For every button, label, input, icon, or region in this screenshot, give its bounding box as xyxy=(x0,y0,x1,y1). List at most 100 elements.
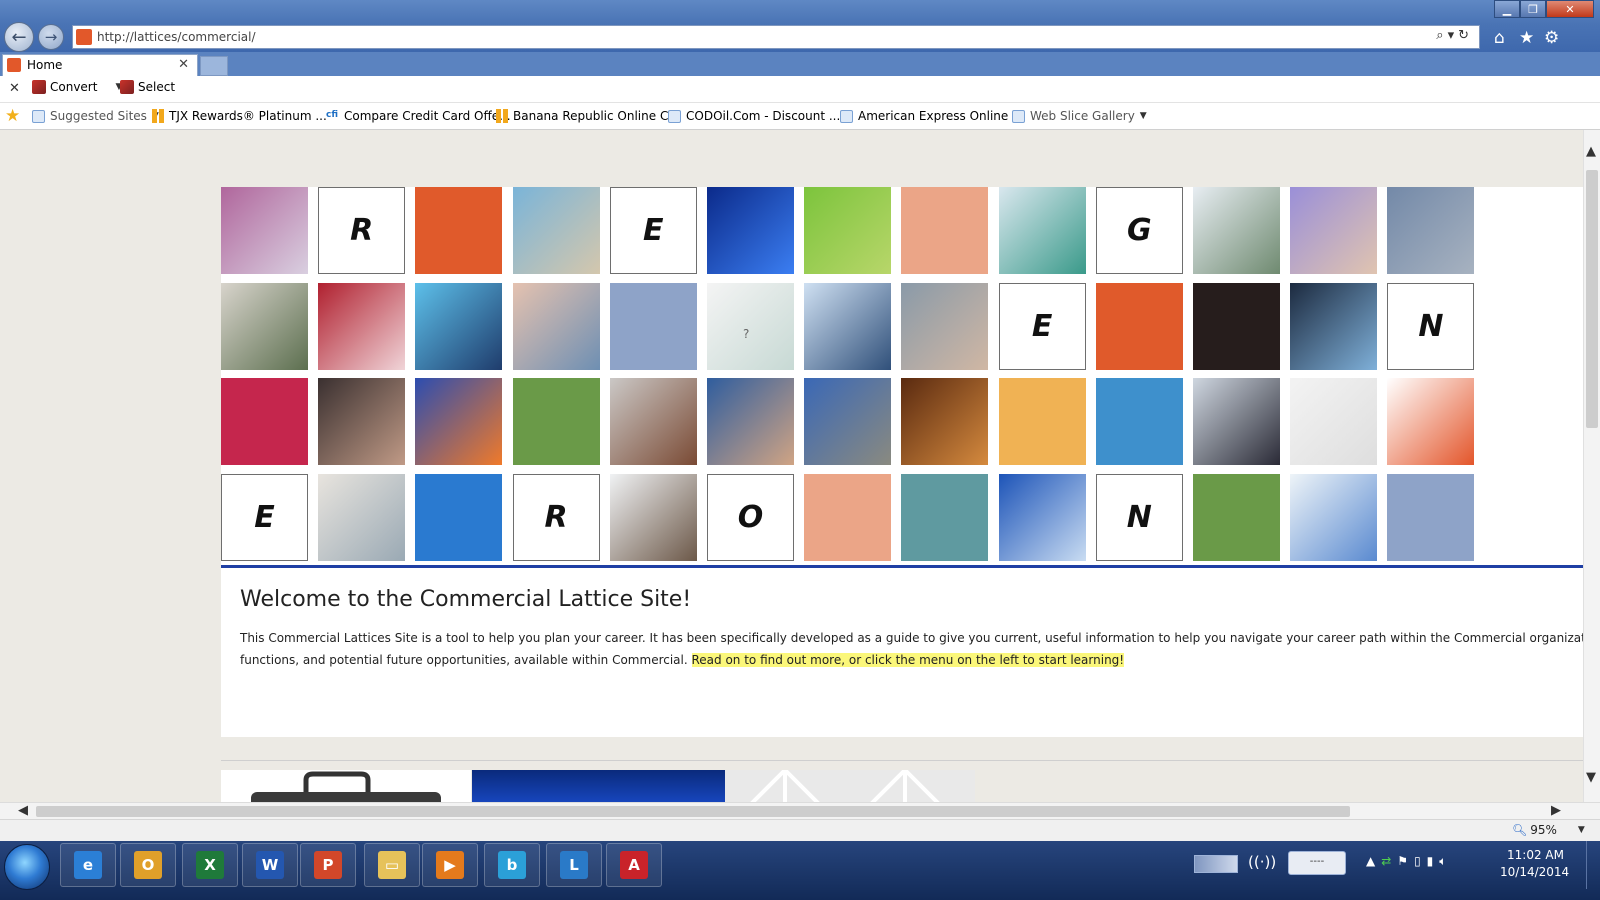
mosaic-color-tile[interactable] xyxy=(609,282,697,370)
taskbar-acrobat-button[interactable]: A xyxy=(606,843,662,887)
mosaic-photo-tile-office-presentation[interactable] xyxy=(1193,187,1280,274)
scroll-right-icon[interactable]: ▶ xyxy=(1551,803,1561,818)
mosaic-color-tile[interactable] xyxy=(415,473,503,561)
scroll-up-icon[interactable]: ▲ xyxy=(1586,144,1596,159)
flag-icon[interactable]: ⚑ xyxy=(1397,854,1414,868)
refresh-icon[interactable]: ↻ xyxy=(1458,28,1473,43)
close-toolbar-icon[interactable]: ✕ xyxy=(9,81,20,96)
mosaic-color-tile[interactable] xyxy=(415,187,503,274)
close-tab-icon[interactable]: ✕ xyxy=(178,57,189,72)
favorite-link[interactable]: cfi Compare Credit Card Offe... xyxy=(326,109,511,123)
mosaic-letter-tile[interactable]: E xyxy=(221,473,308,561)
favorites-star-icon[interactable]: ★ xyxy=(5,106,20,126)
mosaic-photo-tile-man-portrait[interactable] xyxy=(901,282,989,370)
mosaic-color-tile[interactable] xyxy=(1387,473,1475,561)
mosaic-color-tile[interactable] xyxy=(1193,282,1280,370)
address-tools[interactable]: ⌕▾↻ xyxy=(1436,28,1473,43)
taskbar-file-explorer-button[interactable]: ▭ xyxy=(364,843,420,887)
mosaic-photo-tile-white-geometric[interactable] xyxy=(1290,378,1378,465)
scroll-down-icon[interactable]: ▼ xyxy=(1586,770,1596,785)
favorite-link[interactable]: American Express Online ... xyxy=(840,109,1024,123)
mosaic-photo-tile-purple-tissue[interactable] xyxy=(221,187,308,274)
new-tab-button[interactable] xyxy=(200,56,228,76)
mosaic-photo-tile-green-antibody[interactable] xyxy=(804,187,892,274)
mosaic-photo-tile-team-blue[interactable] xyxy=(415,378,503,465)
chevron-down-icon[interactable]: ▾ xyxy=(1448,28,1459,43)
mosaic-photo-tile-retina[interactable] xyxy=(901,378,989,465)
favorite-link[interactable]: Banana Republic Online C... xyxy=(496,109,680,123)
mosaic-color-tile[interactable] xyxy=(221,378,308,465)
show-desktop-button[interactable] xyxy=(1586,841,1600,889)
mosaic-letter-tile[interactable]: N xyxy=(1387,282,1475,370)
mosaic-photo-tile-curly-hair-woman[interactable] xyxy=(609,378,697,465)
mosaic-photo-tile-globe-pills[interactable] xyxy=(1290,473,1378,561)
gear-icon[interactable]: ⚙ xyxy=(1544,28,1559,48)
forward-button[interactable]: → xyxy=(38,24,64,50)
vertical-scrollbar[interactable]: ▲ ▼ xyxy=(1583,130,1600,802)
favorite-link[interactable]: Web Slice Gallery ▼ xyxy=(1012,109,1147,123)
mosaic-color-tile[interactable] xyxy=(804,473,892,561)
mosaic-letter-tile[interactable]: O xyxy=(707,473,794,561)
chevron-up-icon[interactable]: ▲ xyxy=(1366,854,1381,868)
address-bar[interactable]: http://lattices/commercial/ ⌕▾↻ xyxy=(72,25,1480,49)
taskbar-word-button[interactable]: W xyxy=(242,843,298,887)
mosaic-photo-tile-trade-booth[interactable] xyxy=(1290,282,1378,370)
zoom-control[interactable]: 🔍︎ 95% ▼ xyxy=(1512,823,1585,837)
sync-icon[interactable]: ⇄ xyxy=(1381,854,1397,868)
star-icon[interactable]: ★ xyxy=(1519,28,1534,48)
vertical-scroll-thumb[interactable] xyxy=(1586,170,1598,428)
network-signal-icon[interactable] xyxy=(1194,855,1238,873)
taskbar-excel-button[interactable]: X xyxy=(182,843,238,887)
mosaic-color-tile[interactable] xyxy=(1095,282,1183,370)
mosaic-photo-tile-road[interactable] xyxy=(804,378,892,465)
taskbar-app-b-button[interactable]: b xyxy=(484,843,540,887)
convert-button[interactable]: Convert ▼ xyxy=(32,80,122,94)
horizontal-scrollbar[interactable]: ◀ ▶ xyxy=(0,802,1600,819)
mosaic-color-tile[interactable] xyxy=(998,378,1086,465)
favorite-link[interactable]: CODOil.Com - Discount ... xyxy=(668,109,840,123)
mosaic-photo-tile-doctors-older[interactable] xyxy=(318,473,406,561)
mosaic-photo-tile-man-suit[interactable] xyxy=(1193,378,1280,465)
mosaic-letter-tile[interactable]: E xyxy=(609,187,697,274)
mosaic-color-tile[interactable] xyxy=(901,473,989,561)
search-icon[interactable]: ⌕ xyxy=(1436,28,1447,43)
favorite-link[interactable]: Suggested Sites▼ xyxy=(32,109,159,123)
mosaic-letter-tile[interactable]: R xyxy=(512,473,600,561)
start-button[interactable] xyxy=(4,844,50,890)
mosaic-photo-tile-hands-document[interactable] xyxy=(804,282,892,370)
mosaic-photo-tile-ribbon[interactable] xyxy=(1387,378,1475,465)
mosaic-photo-tile-capsule-grid[interactable] xyxy=(415,282,503,370)
mosaic-photo-tile-lab-scientist[interactable] xyxy=(998,187,1086,274)
tab-home[interactable]: Home ✕ xyxy=(2,54,198,76)
close-window-button[interactable]: ✕ xyxy=(1546,0,1594,18)
back-button[interactable]: ← xyxy=(4,22,34,52)
mosaic-photo-tile-group-photo[interactable] xyxy=(318,378,406,465)
mosaic-photo-tile-red-cells[interactable] xyxy=(318,282,406,370)
taskbar-media-player-button[interactable]: ▶ xyxy=(422,843,478,887)
mosaic-letter-tile[interactable]: N xyxy=(1095,473,1183,561)
clock-time[interactable]: 11:02 AM xyxy=(1507,848,1564,862)
favorite-link[interactable]: TJX Rewards® Platinum ... xyxy=(152,109,327,123)
mosaic-color-tile[interactable] xyxy=(901,187,989,274)
mosaic-letter-tile[interactable]: R xyxy=(318,187,406,274)
mosaic-color-tile[interactable] xyxy=(512,378,600,465)
signal-bars-icon[interactable]: ▮ xyxy=(1427,854,1440,868)
taskbar-internet-explorer-button[interactable]: e xyxy=(60,843,116,887)
mosaic-photo-tile-lab-blue[interactable] xyxy=(998,473,1086,561)
volume-icon[interactable]: 🔈︎ xyxy=(1439,854,1452,868)
select-button[interactable]: Select xyxy=(120,80,175,94)
horizontal-scroll-thumb[interactable] xyxy=(36,806,1350,817)
mosaic-photo-tile-crowd[interactable] xyxy=(707,378,794,465)
mosaic-photo-tile-woman-portrait[interactable] xyxy=(1290,187,1378,274)
mosaic-photo-tile-doctor-patient[interactable] xyxy=(221,282,308,370)
taskbar-outlook-button[interactable]: O xyxy=(120,843,176,887)
mosaic-photo-tile-factory-floor[interactable] xyxy=(1387,187,1475,274)
tray-box[interactable]: ---- xyxy=(1288,851,1346,875)
taskbar-powerpoint-button[interactable]: P xyxy=(300,843,356,887)
mosaic-color-tile[interactable] xyxy=(1193,473,1280,561)
address-url[interactable]: http://lattices/commercial/ xyxy=(97,30,256,44)
battery-icon[interactable]: ▯ xyxy=(1414,854,1427,868)
chevron-down-icon[interactable]: ▼ xyxy=(1578,825,1585,835)
home-icon[interactable]: ⌂ xyxy=(1494,28,1505,48)
taskbar-lync-button[interactable]: L xyxy=(546,843,602,887)
